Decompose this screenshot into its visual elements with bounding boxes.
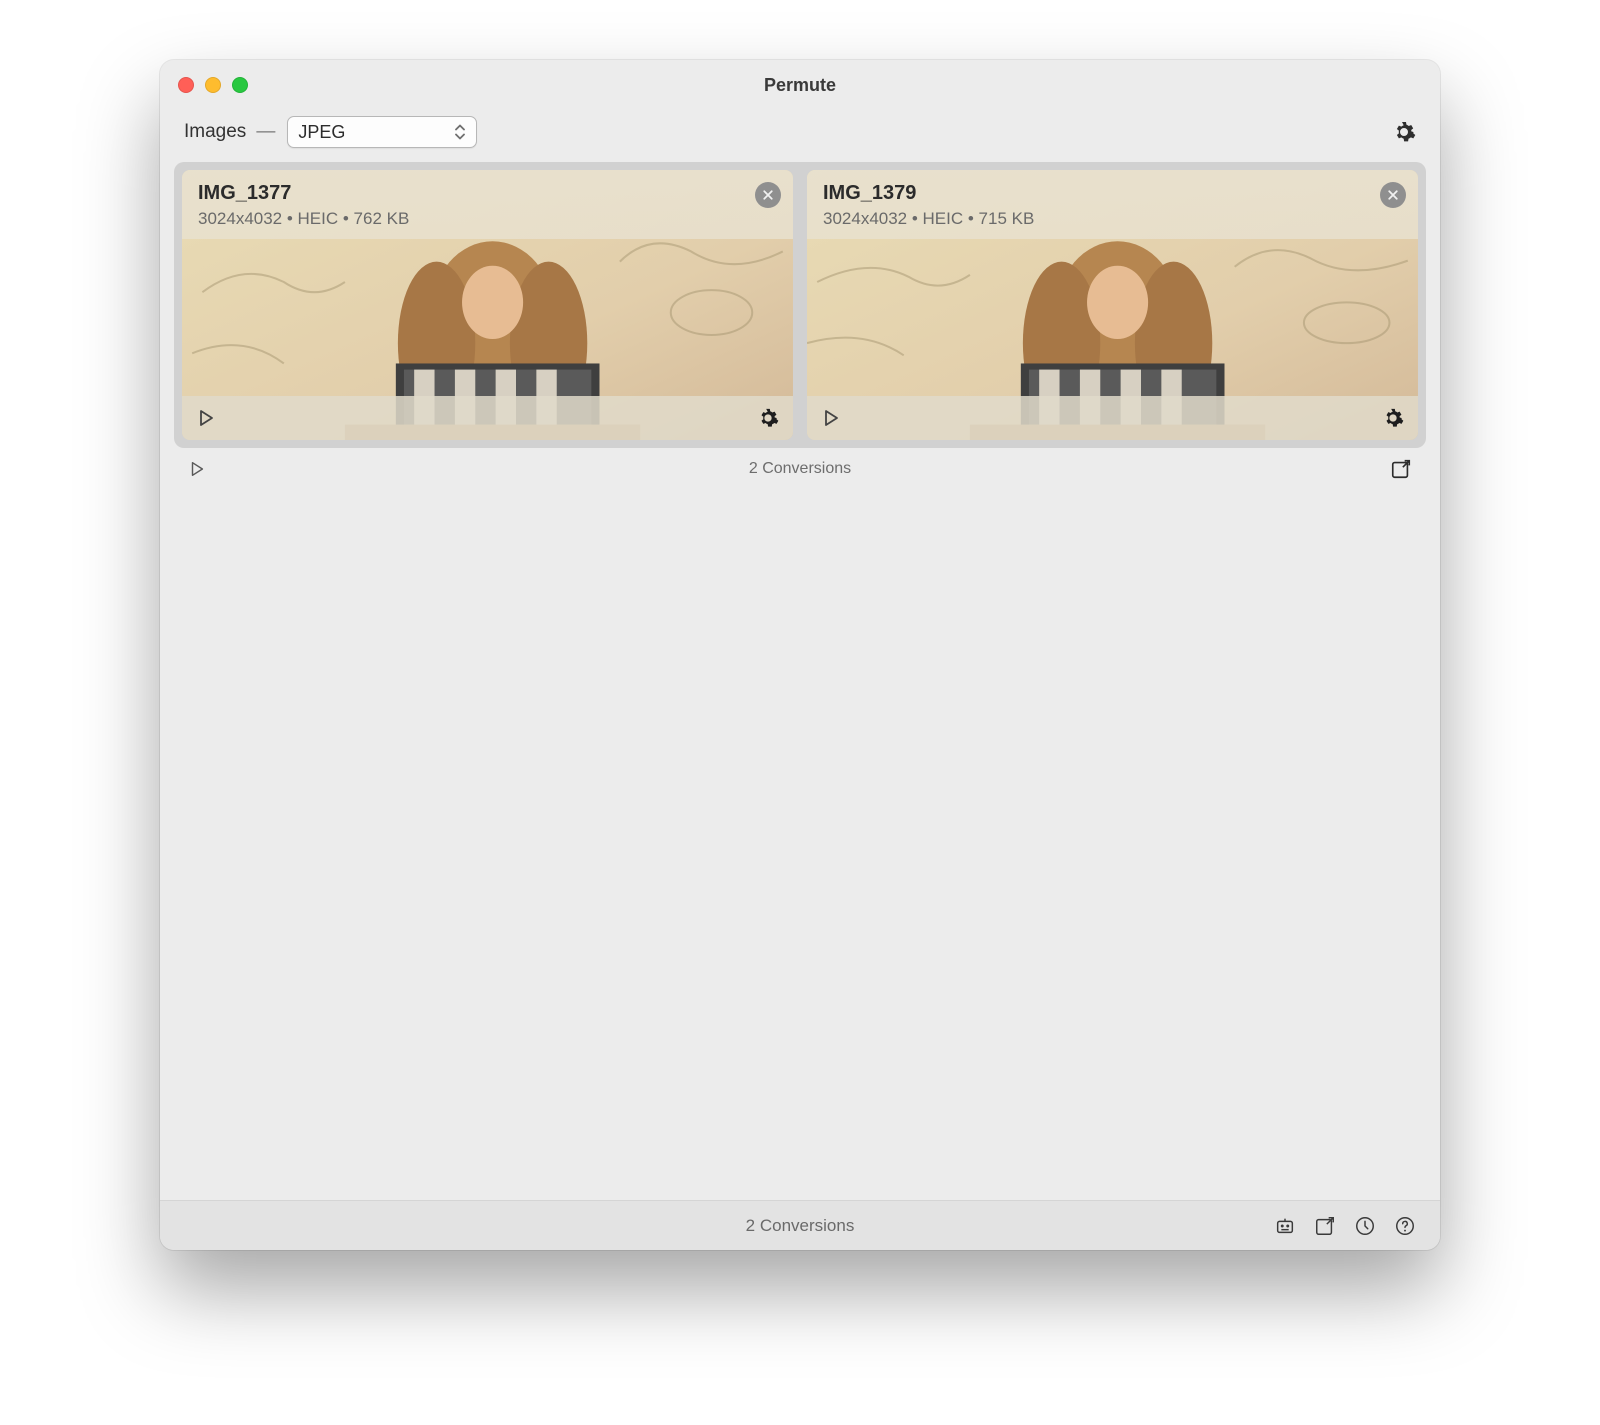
start-group-button[interactable] [188, 460, 206, 478]
media-filename: IMG_1377 [198, 182, 777, 205]
history-icon[interactable] [1354, 1215, 1376, 1237]
separator-dash: — [256, 121, 275, 143]
group-settings-button[interactable] [1392, 120, 1416, 144]
minimize-window-button[interactable] [205, 77, 221, 93]
media-meta: 3024x4032 • HEIC • 762 KB [198, 209, 777, 229]
media-card[interactable]: IMG_1379 3024x4032 • HEIC • 715 KB [807, 170, 1418, 440]
format-select-value: JPEG [298, 122, 345, 143]
window-controls [178, 77, 248, 93]
open-folder-icon[interactable] [1314, 1215, 1336, 1237]
item-settings-button[interactable] [1382, 407, 1404, 429]
play-icon[interactable] [196, 408, 216, 428]
card-footer [807, 396, 1418, 440]
toolbar: Images — JPEG [160, 110, 1440, 162]
add-files-button[interactable] [1390, 458, 1412, 480]
card-header: IMG_1379 3024x4032 • HEIC • 715 KB [807, 170, 1418, 239]
robot-icon[interactable] [1274, 1215, 1296, 1237]
status-text: 2 Conversions [160, 1216, 1440, 1236]
play-icon[interactable] [821, 408, 841, 428]
statusbar: 2 Conversions [160, 1200, 1440, 1250]
card-header: IMG_1377 3024x4032 • HEIC • 762 KB [182, 170, 793, 239]
empty-drop-area[interactable] [160, 490, 1440, 1200]
item-settings-button[interactable] [757, 407, 779, 429]
category-label: Images [184, 121, 246, 143]
remove-item-button[interactable] [755, 182, 781, 208]
remove-item-button[interactable] [1380, 182, 1406, 208]
card-footer [182, 396, 793, 440]
format-select[interactable]: JPEG [287, 116, 477, 148]
group-footer: 2 Conversions [160, 448, 1440, 490]
media-card[interactable]: IMG_1377 3024x4032 • HEIC • 762 KB [182, 170, 793, 440]
media-filename: IMG_1379 [823, 182, 1402, 205]
chevron-up-down-icon [454, 123, 468, 141]
window-title: Permute [160, 75, 1440, 96]
close-window-button[interactable] [178, 77, 194, 93]
media-meta: 3024x4032 • HEIC • 715 KB [823, 209, 1402, 229]
status-actions [1274, 1215, 1416, 1237]
titlebar: Permute [160, 60, 1440, 110]
help-icon[interactable] [1394, 1215, 1416, 1237]
conversion-group: IMG_1377 3024x4032 • HEIC • 762 KB [174, 162, 1426, 448]
fullscreen-window-button[interactable] [232, 77, 248, 93]
group-status-text: 2 Conversions [160, 460, 1440, 478]
app-window: Permute Images — JPEG [160, 60, 1440, 1250]
